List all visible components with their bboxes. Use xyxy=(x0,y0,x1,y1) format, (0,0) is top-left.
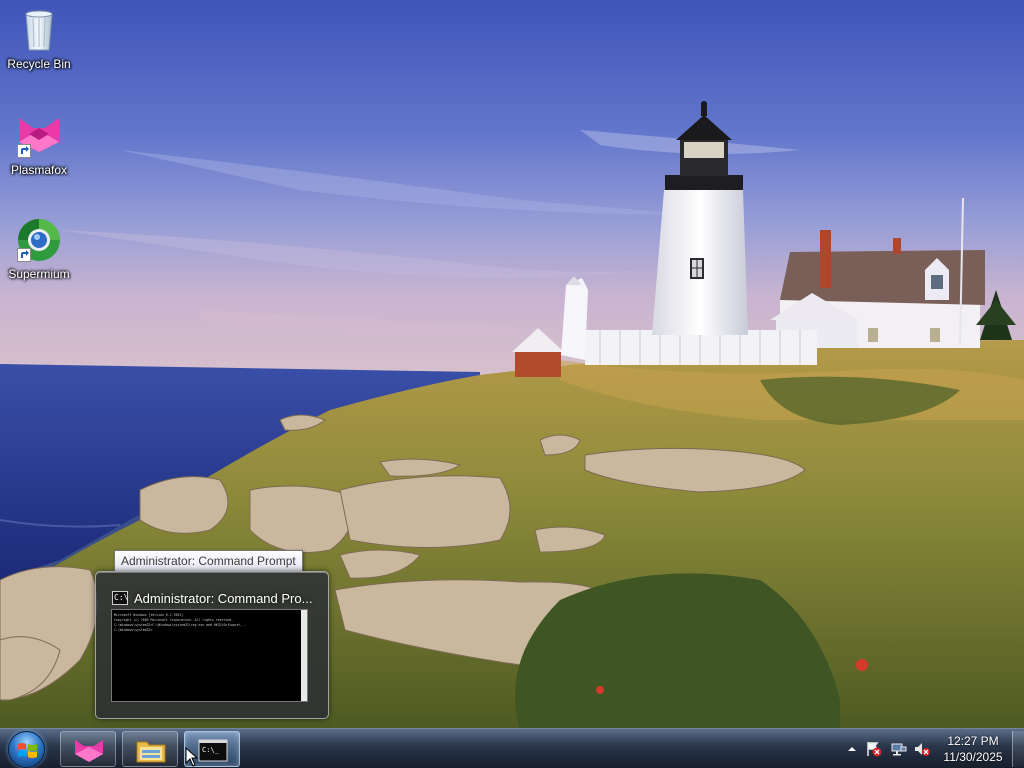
thumbnail-title: Administrator: Command Pro... xyxy=(134,590,313,606)
supermium-icon xyxy=(15,216,63,264)
mouse-cursor-icon xyxy=(185,747,199,767)
shortcut-arrow-icon xyxy=(17,144,31,158)
desktop-icon-recycle-bin[interactable]: Recycle Bin xyxy=(1,6,77,71)
console-line: C:\Windows\system32> xyxy=(114,628,153,632)
console-scrollbar[interactable] xyxy=(301,610,307,701)
action-center-icon[interactable] xyxy=(866,741,882,757)
desktop-icon-label: Recycle Bin xyxy=(7,57,71,71)
clock-date: 11/30/2025 xyxy=(943,750,1003,764)
recycle-bin-icon xyxy=(15,6,63,54)
taskbar-tooltip: Administrator: Command Prompt xyxy=(114,550,303,572)
plasmafox-icon xyxy=(75,740,103,762)
clock[interactable]: 12:27 PM 11/30/2025 xyxy=(937,733,1009,765)
volume-muted-icon[interactable] xyxy=(914,741,930,757)
windows-orb-icon xyxy=(8,731,45,768)
chevron-up-icon[interactable] xyxy=(844,741,860,757)
plasmafox-icon xyxy=(15,112,63,160)
svg-text:C:\_: C:\_ xyxy=(202,746,220,754)
desktop-icon-supermium[interactable]: Supermium xyxy=(1,216,77,281)
thumbnail-console-preview[interactable]: Microsoft Windows [Version 6.1.7601] Cop… xyxy=(111,609,308,702)
start-button[interactable] xyxy=(5,731,49,768)
taskbar-button-plasmafox[interactable] xyxy=(60,731,116,767)
show-desktop-button[interactable] xyxy=(1012,731,1024,767)
network-icon[interactable] xyxy=(891,741,907,757)
folder-icon xyxy=(136,741,166,763)
taskbar-thumbnail-preview[interactable]: C:\ Administrator: Command Pro... Micros… xyxy=(95,571,329,719)
clock-time: 12:27 PM xyxy=(947,734,999,748)
taskbar-button-explorer[interactable] xyxy=(122,731,178,767)
desktop-icon-label: Supermium xyxy=(8,267,70,281)
thumbnail-header: C:\ Administrator: Command Pro... xyxy=(112,589,312,607)
taskbar: C:\_ 12:27 PM 11/30/2025 xyxy=(0,728,1024,768)
desktop-icon-plasmafox[interactable]: Plasmafox xyxy=(1,112,77,177)
desktop-icon-label: Plasmafox xyxy=(10,163,68,177)
command-prompt-icon: C:\_ xyxy=(198,739,228,762)
command-prompt-icon: C:\ xyxy=(112,591,128,605)
shortcut-arrow-icon xyxy=(17,248,31,262)
